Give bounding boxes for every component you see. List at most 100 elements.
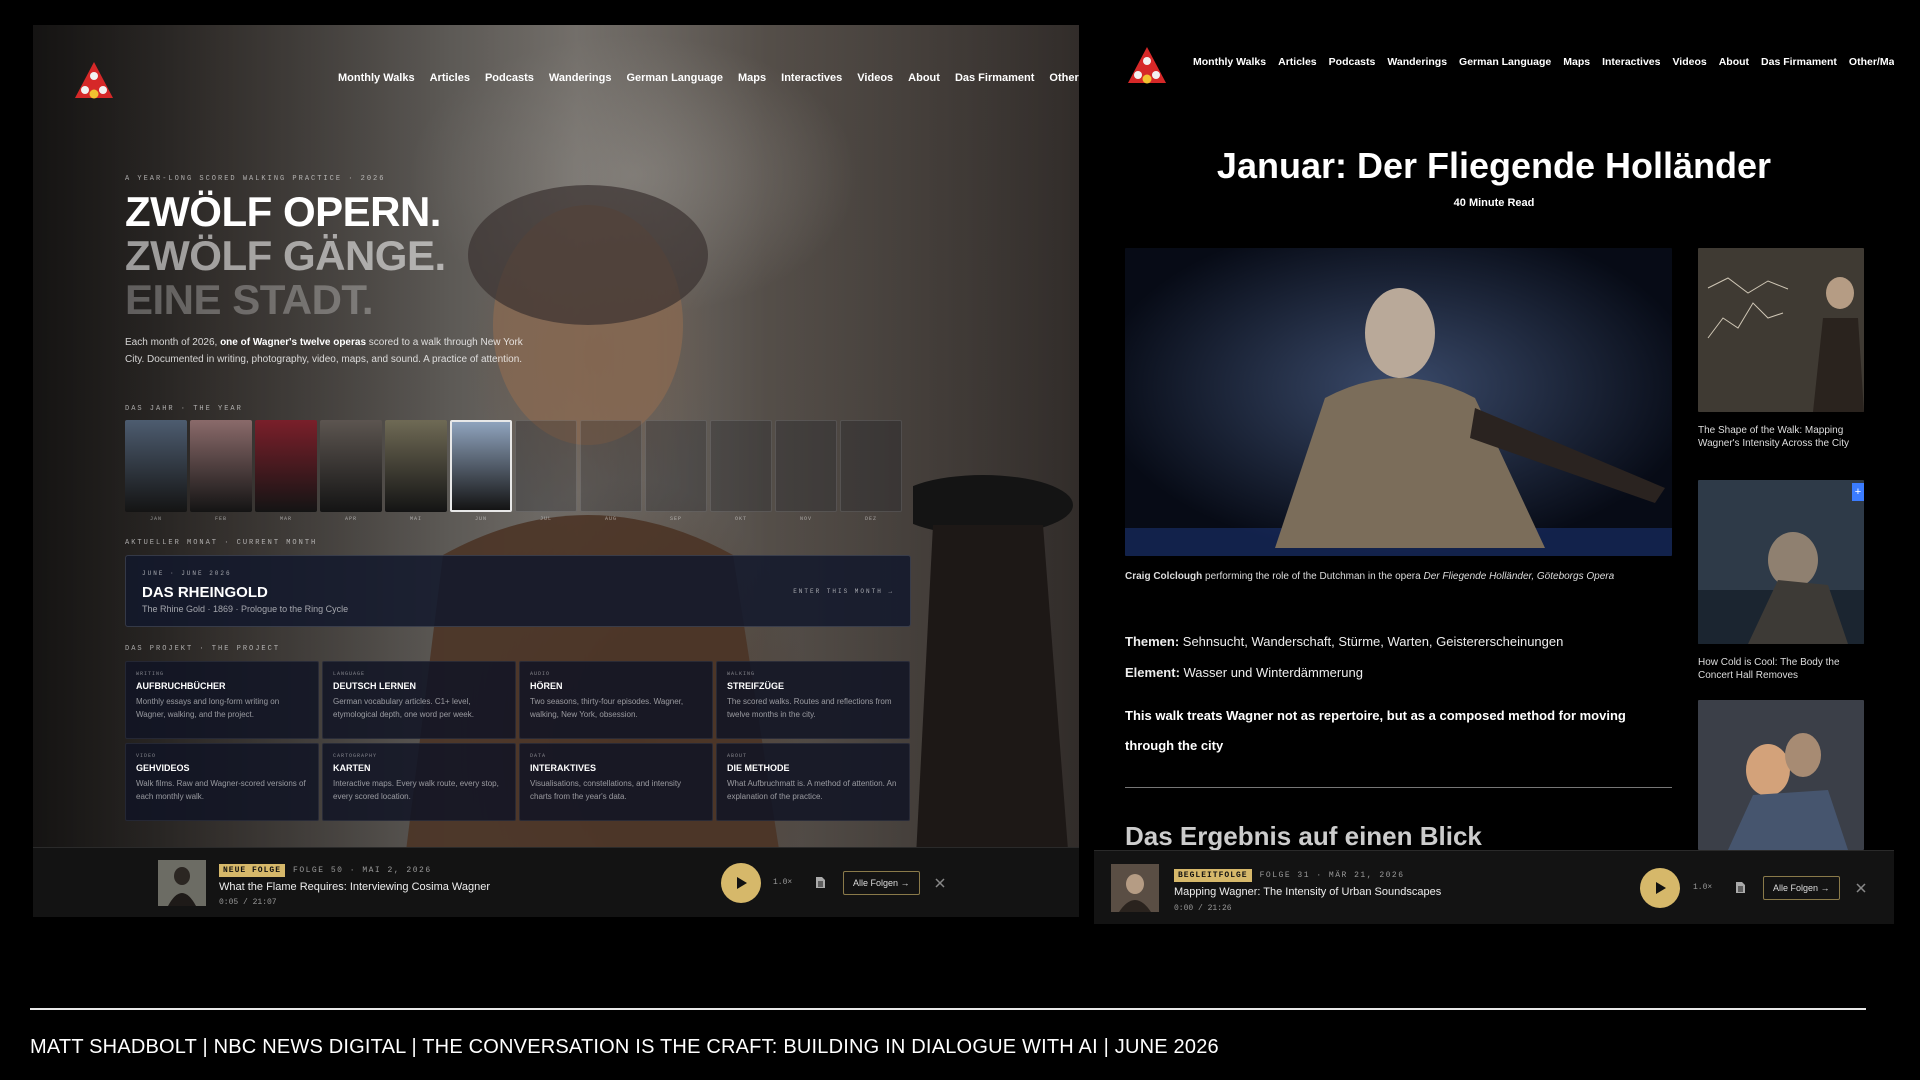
sidebar-photo-2[interactable] <box>1698 480 1864 644</box>
card-title: DIE METHODE <box>727 763 790 773</box>
all-episodes-button[interactable]: Alle Folgen → <box>1763 876 1840 900</box>
main-nav: Monthly Walks Articles Podcasts Wanderings G… <box>338 72 1079 84</box>
nav-item-monthly-walks[interactable]: Monthly Walks <box>1193 56 1266 68</box>
nav-item-about[interactable]: About <box>908 72 940 84</box>
episode-meta: FOLGE 50 · MAI 2, 2026 <box>293 866 432 875</box>
nav-item-podcasts[interactable]: Podcasts <box>485 72 534 84</box>
month-tile[interactable]: DEZ <box>840 420 902 522</box>
project-card-video[interactable]: VIDEO GEHVIDEOS Walk films. Raw and Wagner… <box>125 743 319 821</box>
month-tile[interactable]: JUN <box>450 420 512 522</box>
nav-item-other-matts[interactable]: Other/Matts <box>1049 72 1079 84</box>
month-tile[interactable]: AUG <box>580 420 642 522</box>
month-label: SEP <box>669 516 682 522</box>
nav-item-interactives[interactable]: Interactives <box>1602 56 1660 68</box>
transcript-icon[interactable] <box>1735 881 1746 894</box>
nav-item-wanderings[interactable]: Wanderings <box>1387 56 1447 68</box>
month-label: AUG <box>604 516 617 522</box>
nav-item-german-language[interactable]: German Language <box>1459 56 1551 68</box>
current-month-card[interactable]: JUNE · JUNE 2026 DAS RHEINGOLD The Rhine… <box>125 555 911 627</box>
episode-meta: FOLGE 31 · MÄR 21, 2026 <box>1259 871 1405 880</box>
month-tile[interactable]: JUL <box>515 420 577 522</box>
project-card-language[interactable]: LANGUAGE DEUTSCH LERNEN German vocabulary … <box>322 661 516 739</box>
episode-thumbnail <box>1111 864 1159 912</box>
nav-item-other-matts[interactable]: Other/Matts <box>1849 56 1894 68</box>
card-description: The scored walks. Routes and reflections… <box>727 697 892 719</box>
enter-month-link[interactable]: ENTER THIS MONTH → <box>793 588 894 595</box>
play-button[interactable] <box>1640 868 1680 908</box>
nav-item-wanderings[interactable]: Wanderings <box>549 72 612 84</box>
episode-thumbnail <box>158 860 206 906</box>
podcast-player: NEUE FOLGE FOLGE 50 · MAI 2, 2026 What t… <box>33 847 1079 917</box>
card-description: Two seasons, thirty-four episodes. Wagne… <box>530 697 684 719</box>
episode-badge: BEGLEITFOLGE <box>1174 869 1252 882</box>
play-button[interactable] <box>721 863 761 903</box>
sidebar-caption-2[interactable]: How Cold is Cool: The Body the Concert H… <box>1698 656 1864 682</box>
playback-speed[interactable]: 1.0× <box>773 878 792 887</box>
card-title: INTERAKTIVES <box>530 763 597 773</box>
month-tile[interactable]: NOV <box>775 420 837 522</box>
site-logo-icon[interactable] <box>1124 43 1170 89</box>
hero-photo-dutchman <box>1125 248 1672 556</box>
nav-item-monthly-walks[interactable]: Monthly Walks <box>338 72 415 84</box>
month-tile[interactable]: JAN <box>125 420 187 522</box>
hero-caption: Craig Colclough performing the role of t… <box>1125 571 1615 582</box>
sidebar-caption-1[interactable]: The Shape of the Walk: Mapping Wagner's … <box>1698 424 1864 450</box>
project-grid: WRITING AUFBRUCHBÜCHER Monthly essays and … <box>125 661 910 821</box>
all-episodes-button[interactable]: Alle Folgen → <box>843 871 920 895</box>
nav-item-videos[interactable]: Videos <box>857 72 893 84</box>
month-tile[interactable]: MAR <box>255 420 317 522</box>
card-kicker: DATA <box>530 753 547 759</box>
episode-time: 0:00 / 21:26 <box>1174 904 1232 913</box>
card-description: Walk films. Raw and Wagner-scored versio… <box>136 779 306 801</box>
sidebar-photo-1[interactable] <box>1698 248 1864 412</box>
close-icon[interactable] <box>1856 883 1866 893</box>
landing-page-screenshot: Monthly Walks Articles Podcasts Wanderings G… <box>33 25 1079 917</box>
month-tile[interactable]: APR <box>320 420 382 522</box>
project-card-writing[interactable]: WRITING AUFBRUCHBÜCHER Monthly essays and … <box>125 661 319 739</box>
nav-item-about[interactable]: About <box>1719 56 1749 68</box>
nav-item-articles[interactable]: Articles <box>430 72 470 84</box>
playback-speed[interactable]: 1.0× <box>1693 883 1712 892</box>
nav-item-interactives[interactable]: Interactives <box>781 72 842 84</box>
project-card-data[interactable]: DATA INTERAKTIVES Visualisations, constell… <box>519 743 713 821</box>
nav-item-articles[interactable]: Articles <box>1278 56 1317 68</box>
close-icon[interactable] <box>935 878 945 888</box>
play-icon <box>737 877 747 889</box>
site-logo-icon[interactable] <box>71 58 117 104</box>
month-label: OKT <box>734 516 747 522</box>
footer-credit: MATT SHADBOLT | NBC NEWS DIGITAL | THE C… <box>30 1036 1219 1058</box>
month-thumbnail <box>190 420 252 512</box>
month-thumbnail <box>515 420 577 512</box>
nav-item-german-language[interactable]: German Language <box>626 72 723 84</box>
month-tile[interactable]: SEP <box>645 420 707 522</box>
month-label: NOV <box>799 516 812 522</box>
project-card-walking[interactable]: WALKING STREIFZÜGE The scored walks. Route… <box>716 661 910 739</box>
nav-item-das-firmament[interactable]: Das Firmament <box>1761 56 1837 68</box>
main-nav: Monthly Walks Articles Podcasts Wanderings G… <box>1193 56 1894 68</box>
nav-item-videos[interactable]: Videos <box>1672 56 1706 68</box>
project-card-audio[interactable]: AUDIO HÖREN Two seasons, thirty-four episo… <box>519 661 713 739</box>
episode-title[interactable]: Mapping Wagner: The Intensity of Urban S… <box>1174 886 1441 898</box>
sidebar-photo-3[interactable] <box>1698 700 1864 850</box>
card-kicker: WALKING <box>727 671 756 677</box>
nav-item-das-firmament[interactable]: Das Firmament <box>955 72 1034 84</box>
month-thumbnail <box>645 420 707 512</box>
add-button[interactable]: + <box>1852 483 1864 501</box>
nav-item-maps[interactable]: Maps <box>1563 56 1590 68</box>
month-label: MAI <box>409 516 422 522</box>
footer-rule <box>30 1008 1866 1010</box>
month-thumbnail <box>125 420 187 512</box>
transcript-icon[interactable] <box>815 876 826 889</box>
project-card-cartography[interactable]: CARTOGRAPHY KARTEN Interactive maps. Every… <box>322 743 516 821</box>
project-card-about[interactable]: ABOUT DIE METHODE What Aufbruchmatt is. A … <box>716 743 910 821</box>
card-title: STREIFZÜGE <box>727 681 785 691</box>
nav-item-maps[interactable]: Maps <box>738 72 766 84</box>
month-tile[interactable]: OKT <box>710 420 772 522</box>
nav-item-podcasts[interactable]: Podcasts <box>1329 56 1376 68</box>
current-month-subtitle: The Rhine Gold · 1869 · Prologue to the … <box>142 604 349 614</box>
element-line: Element: Wasser und Winterdämmerung <box>1125 665 1363 680</box>
project-label: DAS PROJEKT · THE PROJECT <box>125 645 281 653</box>
month-tile[interactable]: MAI <box>385 420 447 522</box>
episode-title[interactable]: What the Flame Requires: Interviewing Co… <box>219 881 490 893</box>
month-tile[interactable]: FEB <box>190 420 252 522</box>
